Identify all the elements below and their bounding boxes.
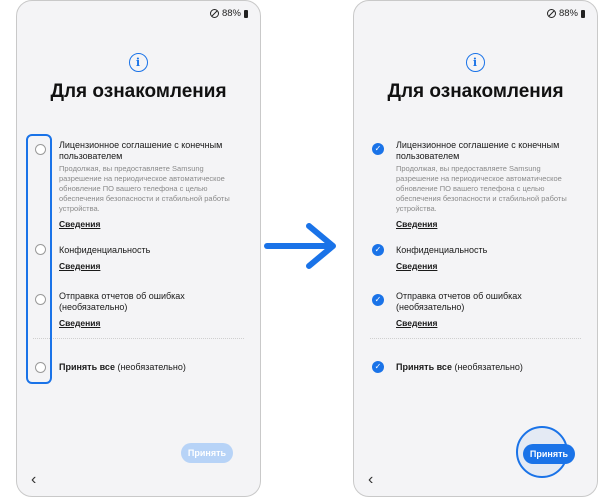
list-item-privacy: Конфиденциальность Сведения: [396, 245, 576, 274]
error-reports-details-link[interactable]: Сведения: [396, 318, 437, 328]
check-icon[interactable]: ✓: [372, 143, 384, 155]
error-reports-details-link[interactable]: Сведения: [59, 318, 100, 328]
eula-title: Лицензионное соглашение с конечным польз…: [59, 140, 223, 161]
privacy-title: Конфиденциальность: [396, 245, 488, 255]
battery-percent: 88%: [221, 8, 241, 19]
battery-icon: [581, 9, 585, 18]
eula-title: Лицензионное соглашение с конечным польз…: [396, 140, 560, 161]
phone-before: 88% i Для ознакомления Лицензионное согл…: [16, 0, 261, 497]
status-bar: 88%: [209, 8, 248, 19]
accept-all-label: Принять все: [59, 362, 115, 372]
battery-icon: [244, 9, 248, 18]
check-icon[interactable]: ✓: [372, 294, 384, 306]
privacy-details-link[interactable]: Сведения: [59, 261, 100, 271]
page-title: Для ознакомления: [50, 81, 227, 102]
divider: [33, 338, 244, 339]
eula-description: Продолжая, вы предоставляете Samsung раз…: [59, 164, 230, 213]
chevron-left-icon[interactable]: ‹: [31, 472, 36, 488]
list-item-error-reports: Отправка отчетов об ошибках (необязатель…: [59, 291, 239, 331]
check-icon[interactable]: ✓: [372, 244, 384, 256]
status-bar: 88%: [546, 8, 585, 19]
eula-details-link[interactable]: Сведения: [396, 219, 437, 229]
eula-details-link[interactable]: Сведения: [59, 219, 100, 229]
accept-button[interactable]: Принять: [523, 444, 575, 464]
list-item-accept-all: Принять все (необязательно): [59, 362, 239, 373]
do-not-disturb-icon: [546, 9, 556, 18]
check-icon[interactable]: ✓: [372, 361, 384, 373]
battery-percent: 88%: [558, 8, 578, 19]
info-icon: i: [128, 53, 148, 72]
privacy-details-link[interactable]: Сведения: [396, 261, 437, 271]
error-reports-title: Отправка отчетов об ошибках (необязатель…: [396, 291, 522, 312]
list-item-eula: Лицензионное соглашение с конечным польз…: [396, 140, 576, 232]
accept-all-optional: (необязательно): [114, 362, 186, 372]
error-reports-title: Отправка отчетов об ошибках (необязатель…: [59, 291, 185, 312]
privacy-title: Конфиденциальность: [59, 245, 151, 255]
list-item-privacy: Конфиденциальность Сведения: [59, 245, 239, 274]
info-icon: i: [465, 53, 485, 72]
list-item-error-reports: Отправка отчетов об ошибках (необязатель…: [396, 291, 576, 331]
chevron-left-icon[interactable]: ‹: [368, 472, 373, 488]
arrow-right-icon: [264, 223, 336, 269]
list-item-eula: Лицензионное соглашение с конечным польз…: [59, 140, 239, 232]
accept-all-label: Принять все: [396, 362, 452, 372]
accept-button-disabled[interactable]: Принять: [181, 443, 233, 463]
page-title: Для ознакомления: [387, 81, 564, 102]
divider: [370, 338, 581, 339]
eula-description: Продолжая, вы предоставляете Samsung раз…: [396, 164, 567, 213]
accept-all-optional: (необязательно): [451, 362, 523, 372]
list-item-accept-all: Принять все (необязательно): [396, 362, 576, 373]
do-not-disturb-icon: [209, 9, 219, 18]
phone-after: 88% i Для ознакомления ✓ Лицензионное со…: [353, 0, 598, 497]
checkbox-highlight: [26, 134, 52, 384]
